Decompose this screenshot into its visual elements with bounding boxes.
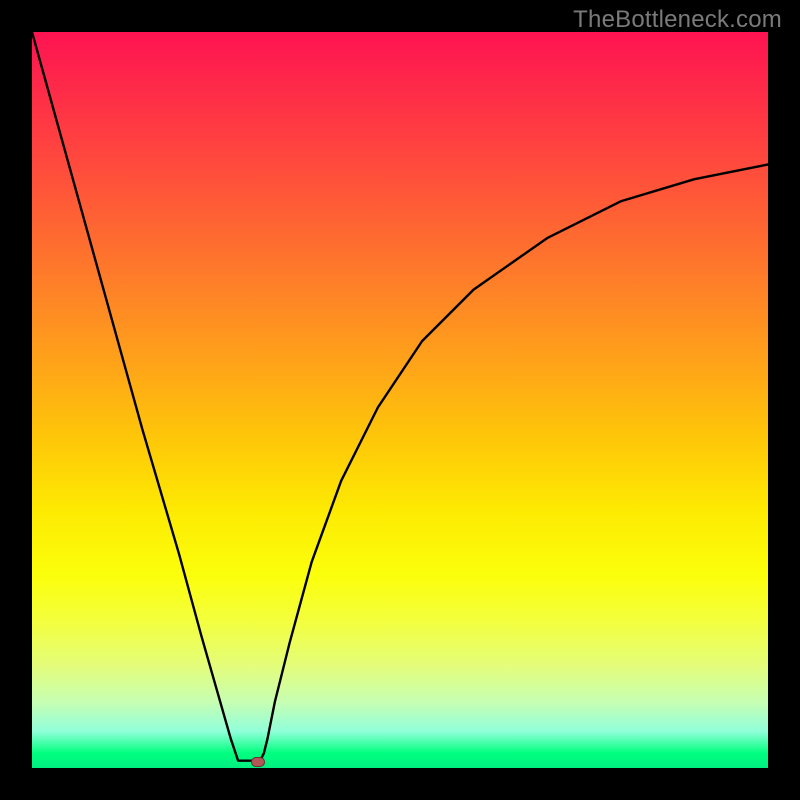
curve-svg bbox=[32, 32, 768, 768]
watermark-text: TheBottleneck.com bbox=[573, 6, 782, 34]
plot-area bbox=[32, 32, 768, 768]
bottleneck-curve bbox=[32, 32, 768, 761]
chart-frame: TheBottleneck.com bbox=[0, 0, 800, 800]
minimum-marker bbox=[251, 757, 265, 767]
